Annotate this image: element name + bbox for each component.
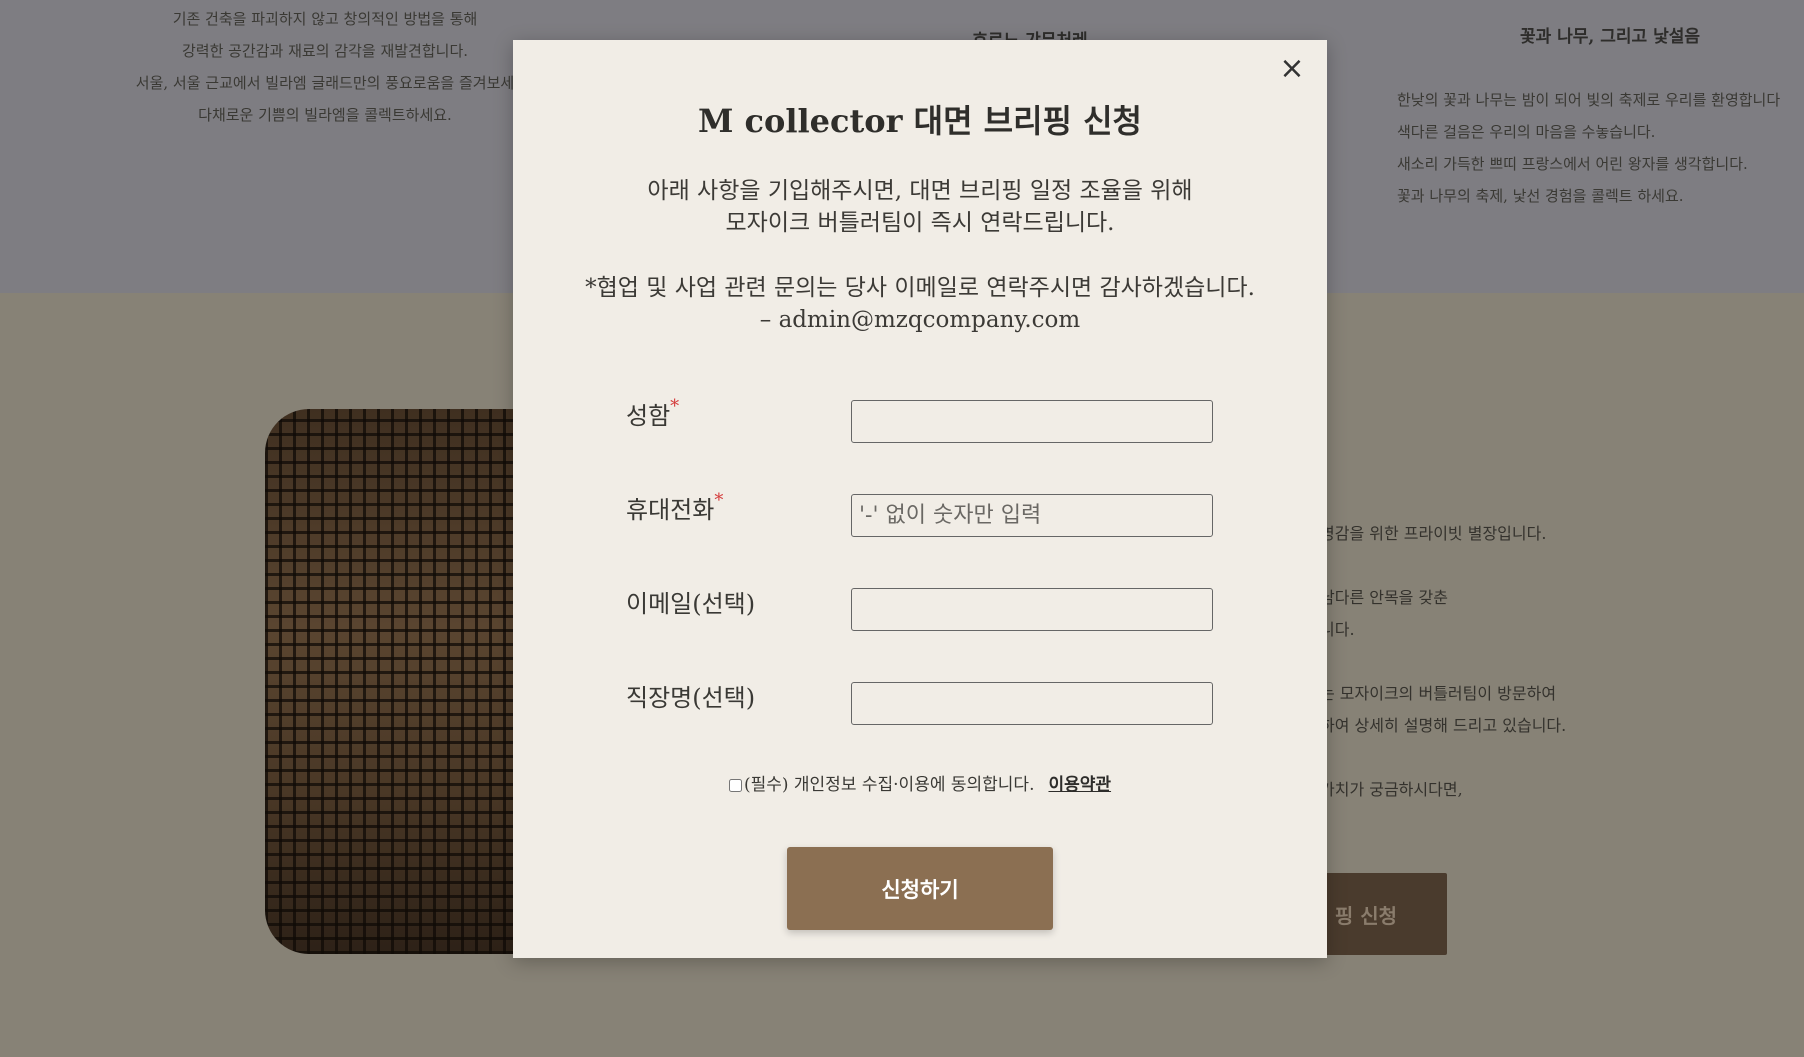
privacy-consent-text: (필수) 개인정보 수집·이용에 동의합니다. [743,775,1035,795]
background-text-line: 영감을 위한 프라이빗 별장입니다. [1320,524,1547,543]
phone-input[interactable] [851,494,1213,537]
background-text-line: 다채로운 기쁨의 빌라엠을 콜렉트하세요. [198,106,452,124]
terms-link[interactable]: 이용약관 [1048,775,1111,795]
background-column-1: 기존 건축을 파괴하지 않고 창의적인 방법을 통해 강력한 공간감과 재료의 … [90,3,560,131]
modal-title: M collector 대면 브리핑 신청 [697,102,1143,140]
submit-button[interactable]: 신청하기 [787,847,1053,930]
background-text-line: 니다. [1320,620,1355,639]
background-text-line: 강력한 공간감과 재료의 감각을 재발견합니다. [181,42,469,60]
background-text-line: 하여 상세히 설명해 드리고 있습니다. [1320,716,1567,735]
background-column-3: 한낮의 꽃과 나무는 밤이 되어 빛의 축제로 우리를 환영합니다 색다른 걸음… [1397,84,1804,212]
background-text-line: 꽃과 나무의 축제, 낯선 경험을 콜렉트 하세요. [1397,187,1684,205]
required-mark: * [670,396,680,417]
background-text-line: 가치가 궁금하시다면, [1320,780,1463,799]
background-text-line: 색다른 걸음은 우리의 마음을 수놓습니다. [1397,123,1656,141]
background-text-line: 서울, 서울 근교에서 빌라엠 글래드만의 풍요로움을 즐겨보세 [135,74,515,92]
company-label: 직장명(선택) [626,684,756,712]
privacy-consent-checkbox[interactable] [728,779,742,792]
company-input[interactable] [851,682,1213,725]
background-text-line: 한낮의 꽃과 나무는 밤이 되어 빛의 축제로 우리를 환영합니다 [1397,91,1781,109]
name-label-text: 성함 [626,402,671,430]
modal-note-line: *협업 및 사업 관련 문의는 당사 이메일로 연락주시면 감사하겠습니다. [585,275,1255,301]
email-label: 이메일(선택) [626,590,756,618]
modal-description-line: 모자이크 버틀러팀이 즉시 연락드립니다. [725,210,1115,236]
background-text-line: 기존 건축을 파괴하지 않고 창의적인 방법을 통해 [172,10,478,28]
phone-label: 휴대전화* [626,490,723,525]
background-text-line: 남다른 안목을 갖춘 [1320,588,1448,607]
required-mark: * [714,490,724,511]
background-text-line: 는 모자이크의 버틀러팀이 방문하여 [1320,684,1557,703]
modal-contact-note: *협업 및 사업 관련 문의는 당사 이메일로 연락주시면 감사하겠습니다. –… [513,272,1327,336]
briefing-request-modal: × M collector 대면 브리핑 신청 아래 사항을 기입해주시면, 대… [513,40,1327,958]
name-input[interactable] [851,400,1213,443]
close-icon[interactable]: × [1277,54,1307,84]
email-input[interactable] [851,588,1213,631]
contact-email: – admin@mzqcompany.com [759,307,1081,333]
name-label: 성함* [626,396,679,431]
phone-label-text: 휴대전화 [626,496,715,524]
background-column-3-title: 꽃과 나무, 그리고 낯설음 [1519,27,1701,47]
modal-description-line: 아래 사항을 기입해주시면, 대면 브리핑 일정 조율을 위해 [647,178,1193,204]
background-text-line: 새소리 가득한 쁘띠 프랑스에서 어린 왕자를 생각합니다. [1397,155,1748,173]
modal-description: 아래 사항을 기입해주시면, 대면 브리핑 일정 조율을 위해 모자이크 버틀러… [513,175,1327,239]
privacy-consent-row: (필수) 개인정보 수집·이용에 동의합니다. 이용약관 [513,770,1327,795]
